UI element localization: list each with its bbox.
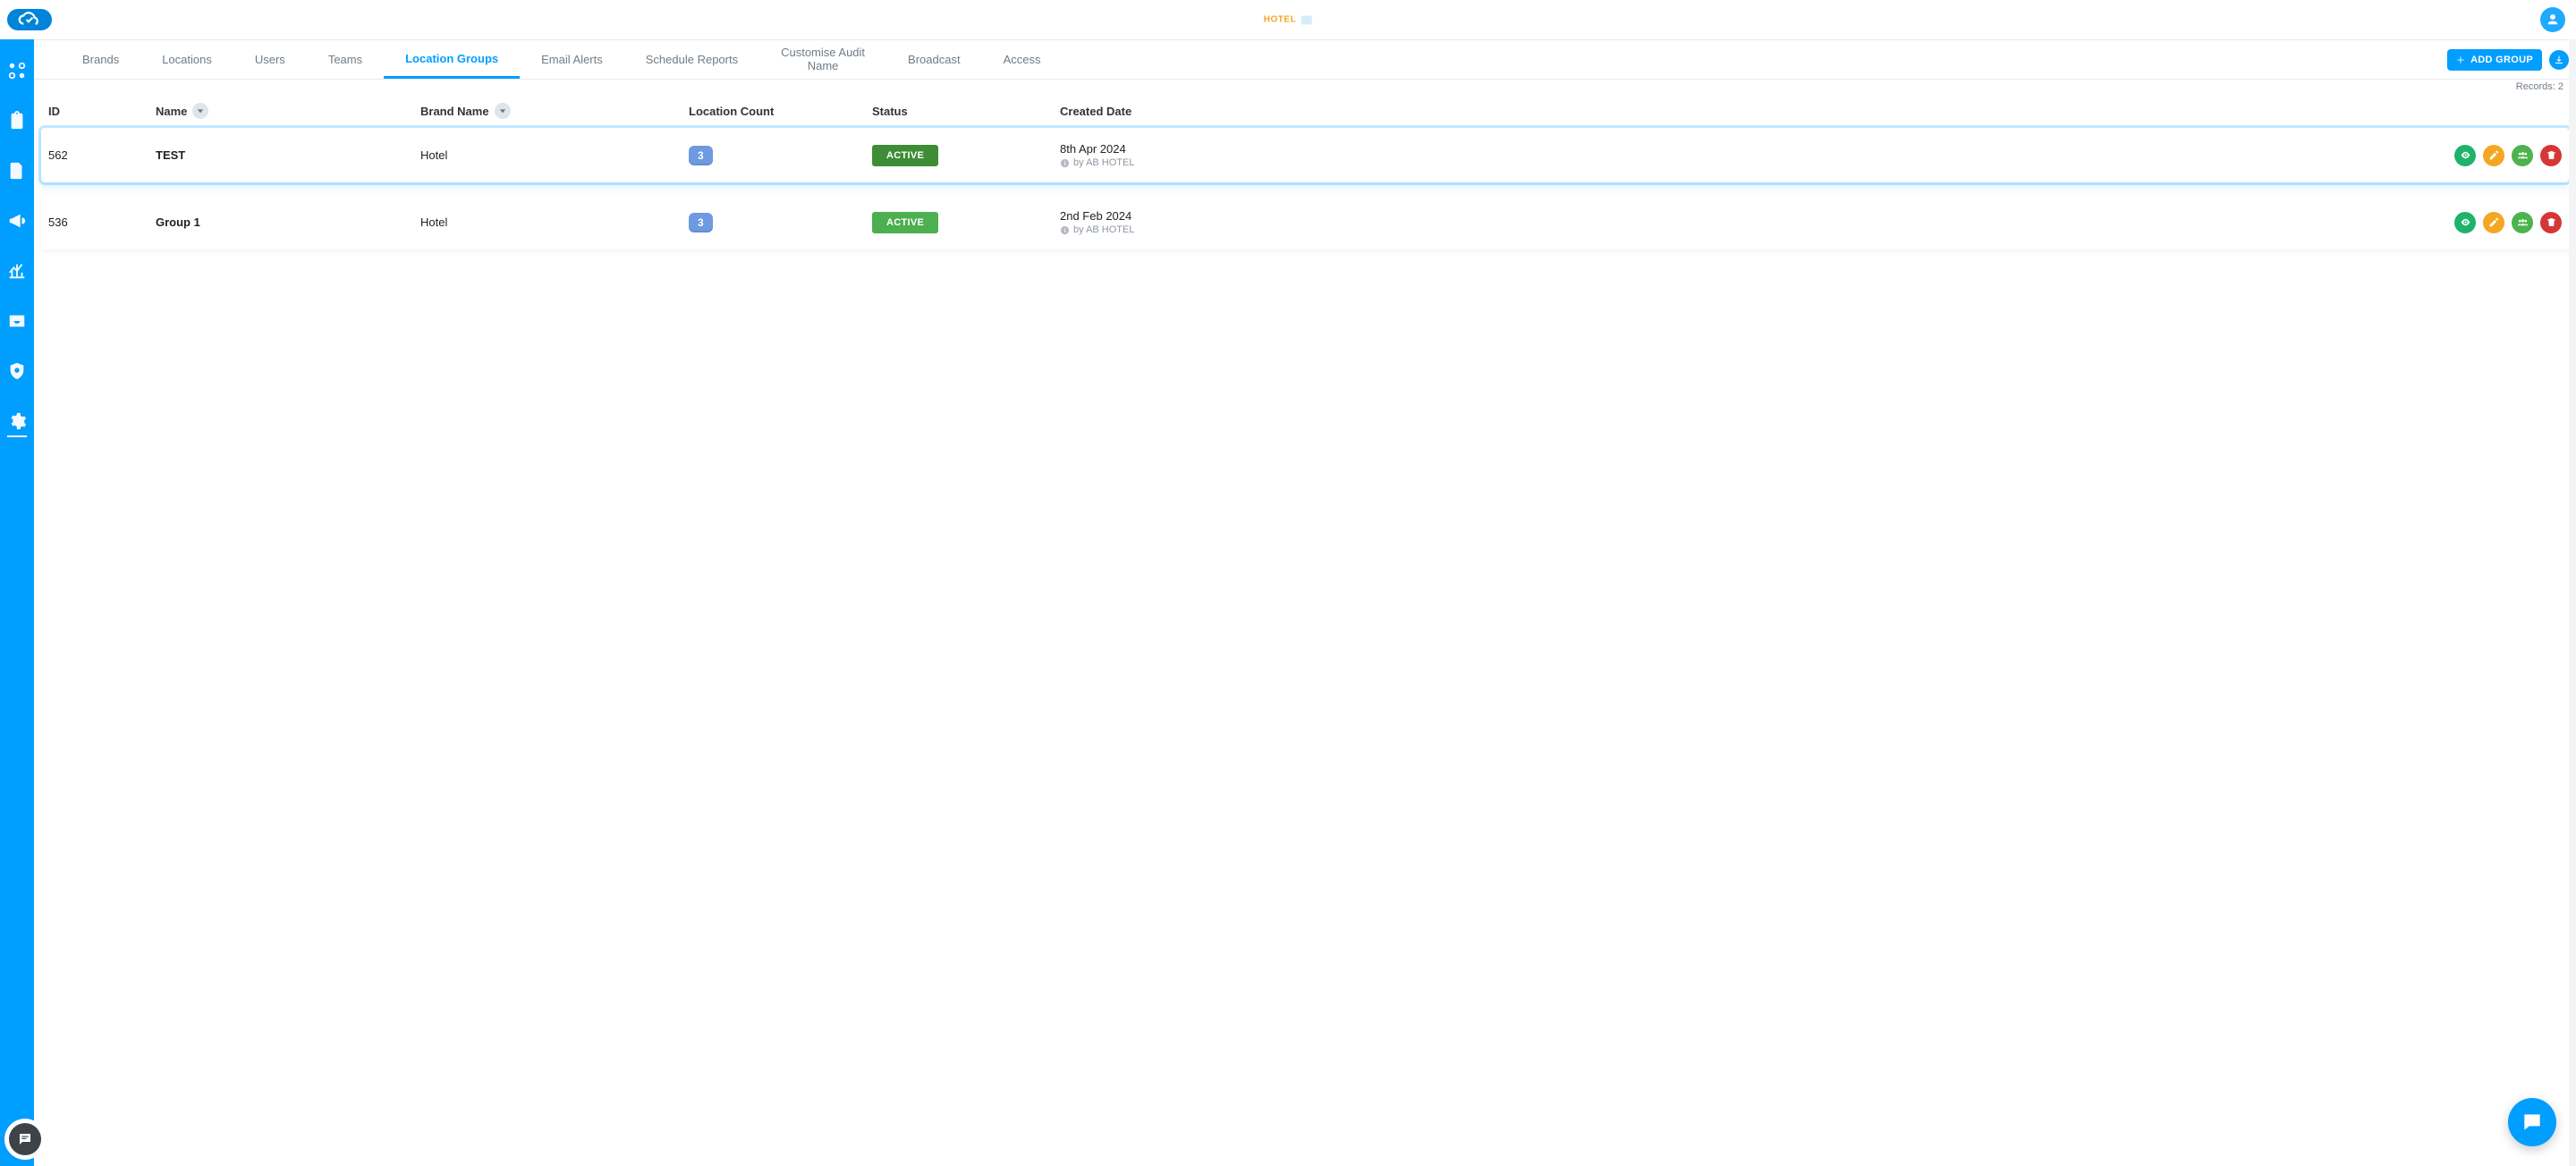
cell-status: ACTIVE xyxy=(872,145,1060,166)
count-badge: 3 xyxy=(689,146,713,165)
chat-icon xyxy=(2521,1111,2544,1134)
cell-id: 536 xyxy=(48,215,156,229)
tab-customise-audit[interactable]: Customise AuditName xyxy=(759,40,886,79)
cell-name: Group 1 xyxy=(156,215,420,229)
brand-indicator: HOTEL xyxy=(1264,15,1312,25)
edit-button[interactable] xyxy=(2483,145,2504,166)
content-area: BrandsLocationsUsersTeamsLocation Groups… xyxy=(34,39,2576,1166)
tab-locations[interactable]: Locations xyxy=(140,40,233,79)
table-wrapper: ID Name Brand Name Location Count Status… xyxy=(34,96,2576,1166)
chat-fab[interactable] xyxy=(2508,1098,2556,1146)
group-button[interactable] xyxy=(2512,145,2533,166)
cloud-check-icon xyxy=(14,12,45,28)
tab-schedule-reports[interactable]: Schedule Reports xyxy=(624,40,759,79)
sort-name-icon xyxy=(192,103,208,119)
status-badge: ACTIVE xyxy=(872,212,938,233)
delete-button[interactable] xyxy=(2540,145,2562,166)
col-created: Created Date xyxy=(1060,105,2415,118)
cell-status: ACTIVE xyxy=(872,212,1060,233)
cell-id: 562 xyxy=(48,148,156,162)
view-button[interactable] xyxy=(2454,145,2476,166)
download-button[interactable] xyxy=(2549,50,2569,70)
cell-created: 2nd Feb 2024by AB HOTEL xyxy=(1060,209,2415,235)
cell-actions xyxy=(2415,145,2562,166)
add-group-button[interactable]: ADD GROUP xyxy=(2447,49,2542,71)
info-icon xyxy=(1060,158,1070,168)
col-status: Status xyxy=(872,105,1060,118)
document-icon[interactable] xyxy=(7,161,27,181)
brand-chip-icon xyxy=(1301,15,1312,24)
inbox-icon[interactable] xyxy=(7,311,27,331)
info-icon xyxy=(1060,225,1070,235)
col-location-count: Location Count xyxy=(689,105,872,118)
settings-icon[interactable] xyxy=(7,411,27,431)
top-bar: HOTEL xyxy=(0,0,2576,39)
cell-brand: Hotel xyxy=(420,215,689,229)
count-badge: 3 xyxy=(689,213,713,232)
status-badge: ACTIVE xyxy=(872,145,938,166)
brand-label: HOTEL xyxy=(1264,15,1296,25)
messages-fab[interactable] xyxy=(9,1123,41,1155)
tab-location-groups[interactable]: Location Groups xyxy=(384,40,520,79)
user-avatar-button[interactable] xyxy=(2540,7,2565,32)
shield-icon[interactable] xyxy=(7,361,27,381)
analytics-icon[interactable] xyxy=(7,261,27,281)
created-date: 8th Apr 2024 xyxy=(1060,142,2415,156)
table-row[interactable]: 562TESTHotel3 ACTIVE 8th Apr 2024by AB HOT… xyxy=(41,128,2569,182)
app-logo[interactable] xyxy=(7,9,52,30)
message-icon xyxy=(17,1131,33,1147)
cell-created: 8th Apr 2024by AB HOTEL xyxy=(1060,142,2415,168)
table-row[interactable]: 536Group 1Hotel3 ACTIVE 2nd Feb 2024by AB … xyxy=(41,195,2569,249)
col-brand[interactable]: Brand Name xyxy=(420,103,689,119)
sort-brand-icon xyxy=(495,103,511,119)
tab-brands[interactable]: Brands xyxy=(61,40,140,79)
edit-button[interactable] xyxy=(2483,212,2504,233)
created-by: by AB HOTEL xyxy=(1060,157,2415,168)
table-header: ID Name Brand Name Location Count Status… xyxy=(41,96,2569,128)
created-by: by AB HOTEL xyxy=(1060,224,2415,235)
user-icon xyxy=(2545,12,2561,28)
cell-name: TEST xyxy=(156,148,420,162)
tab-users[interactable]: Users xyxy=(233,40,307,79)
tab-broadcast[interactable]: Broadcast xyxy=(886,40,982,79)
side-rail xyxy=(0,39,34,1166)
tab-row: BrandsLocationsUsersTeamsLocation Groups… xyxy=(34,39,2576,80)
group-button[interactable] xyxy=(2512,212,2533,233)
delete-button[interactable] xyxy=(2540,212,2562,233)
apps-icon[interactable] xyxy=(7,61,27,80)
col-id: ID xyxy=(48,105,156,118)
view-button[interactable] xyxy=(2454,212,2476,233)
cell-actions xyxy=(2415,212,2562,233)
add-group-label: ADD GROUP xyxy=(2470,55,2533,65)
tab-email-alerts[interactable]: Email Alerts xyxy=(520,40,624,79)
cell-location-count: 3 xyxy=(689,213,872,232)
scrollbar[interactable] xyxy=(2569,39,2576,1166)
megaphone-icon[interactable] xyxy=(7,211,27,231)
created-date: 2nd Feb 2024 xyxy=(1060,209,2415,223)
clipboard-icon[interactable] xyxy=(7,111,27,131)
tab-teams[interactable]: Teams xyxy=(307,40,384,79)
cell-brand: Hotel xyxy=(420,148,689,162)
plus-icon xyxy=(2456,55,2465,64)
tab-access[interactable]: Access xyxy=(982,40,1063,79)
col-name[interactable]: Name xyxy=(156,103,420,119)
cell-location-count: 3 xyxy=(689,146,872,165)
records-count: Records: 2 xyxy=(2516,81,2563,92)
download-icon xyxy=(2554,55,2564,65)
